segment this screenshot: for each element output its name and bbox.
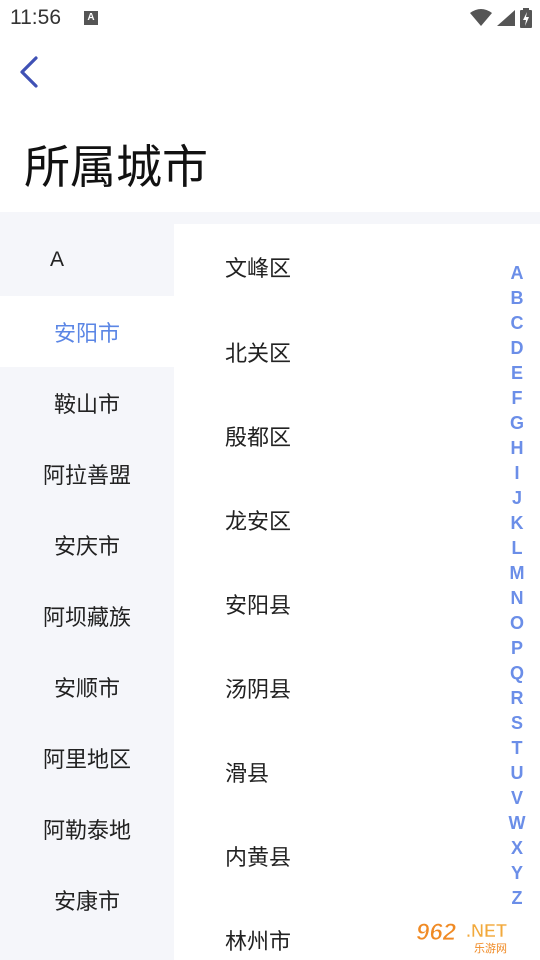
city-item[interactable]: 阿坝藏族	[0, 580, 174, 651]
svg-text:.NET: .NET	[466, 921, 507, 941]
back-button[interactable]	[14, 50, 54, 94]
watermark-logo: 962 .NET 乐游网	[404, 918, 530, 955]
city-item[interactable]: 阿里地区	[0, 722, 174, 793]
svg-text:962: 962	[416, 919, 457, 946]
district-item[interactable]: 安阳县	[174, 562, 484, 646]
district-item[interactable]: 北关区	[174, 310, 484, 394]
index-letter[interactable]: Z	[500, 886, 534, 911]
index-letter[interactable]: C	[500, 311, 534, 336]
index-letter[interactable]: E	[500, 361, 534, 386]
index-letter[interactable]: L	[500, 536, 534, 561]
chevron-left-icon	[20, 56, 38, 88]
index-letter[interactable]: U	[500, 761, 534, 786]
index-letter[interactable]: A	[500, 261, 534, 286]
sidebar-group-header: A	[0, 224, 174, 296]
index-letter[interactable]: M	[500, 561, 534, 586]
signal-icon	[497, 10, 515, 26]
index-letter[interactable]: D	[500, 336, 534, 361]
status-time: 11:56	[10, 6, 61, 29]
district-list[interactable]: 文峰区 北关区 殷都区 龙安区 安阳县 汤阴县 滑县 内黄县 林州市	[174, 224, 484, 960]
status-bar: 11:56 A	[0, 0, 540, 36]
index-letter[interactable]: Y	[500, 861, 534, 886]
city-sidebar[interactable]: A 安阳市 鞍山市 阿拉善盟 安庆市 阿坝藏族 安顺市 阿里地区 阿勒泰地 安康…	[0, 224, 174, 960]
district-item[interactable]: 内黄县	[174, 814, 484, 898]
index-letter[interactable]: J	[500, 486, 534, 511]
index-letter[interactable]: W	[500, 811, 534, 836]
index-letter[interactable]: Q	[500, 661, 534, 686]
city-item[interactable]: 安顺市	[0, 651, 174, 722]
index-letter[interactable]: I	[500, 461, 534, 486]
index-letter[interactable]: O	[500, 611, 534, 636]
index-letter[interactable]: N	[500, 586, 534, 611]
city-item[interactable]: 阿拉善盟	[0, 438, 174, 509]
city-item[interactable]: 鞍山市	[0, 367, 174, 438]
district-item[interactable]: 文峰区	[174, 224, 484, 310]
index-letter[interactable]: K	[500, 511, 534, 536]
battery-charging-icon	[520, 8, 532, 28]
sidebar-group-letter: A	[50, 248, 65, 271]
index-letter[interactable]: T	[500, 736, 534, 761]
index-letter[interactable]: X	[500, 836, 534, 861]
index-letter[interactable]: V	[500, 786, 534, 811]
svg-text:乐游网: 乐游网	[474, 942, 507, 955]
index-letter[interactable]: S	[500, 711, 534, 736]
city-item[interactable]: 安庆市	[0, 509, 174, 580]
status-icons	[470, 8, 532, 28]
district-item[interactable]: 龙安区	[174, 478, 484, 562]
page-title: 所属城市	[24, 140, 208, 194]
city-item[interactable]: 安康市	[0, 864, 174, 935]
city-list: 安阳市 鞍山市 阿拉善盟 安庆市 阿坝藏族 安顺市 阿里地区 阿勒泰地 安康市	[0, 296, 174, 935]
index-letter[interactable]: P	[500, 636, 534, 661]
city-item-active[interactable]: 安阳市	[0, 296, 174, 367]
index-letter[interactable]: F	[500, 386, 534, 411]
wifi-icon	[470, 9, 492, 26]
section-divider	[0, 212, 540, 224]
district-item[interactable]: 滑县	[174, 730, 484, 814]
index-letter[interactable]: B	[500, 286, 534, 311]
district-item[interactable]: 汤阴县	[174, 646, 484, 730]
index-letter[interactable]: R	[500, 686, 534, 711]
alphabet-index[interactable]: A B C D E F G H I J K L M N O P Q R S T …	[500, 261, 534, 911]
district-item[interactable]: 殷都区	[174, 394, 484, 478]
notification-app-icon: A	[84, 11, 98, 25]
index-letter[interactable]: G	[500, 411, 534, 436]
city-item[interactable]: 阿勒泰地	[0, 793, 174, 864]
index-letter[interactable]: H	[500, 436, 534, 461]
